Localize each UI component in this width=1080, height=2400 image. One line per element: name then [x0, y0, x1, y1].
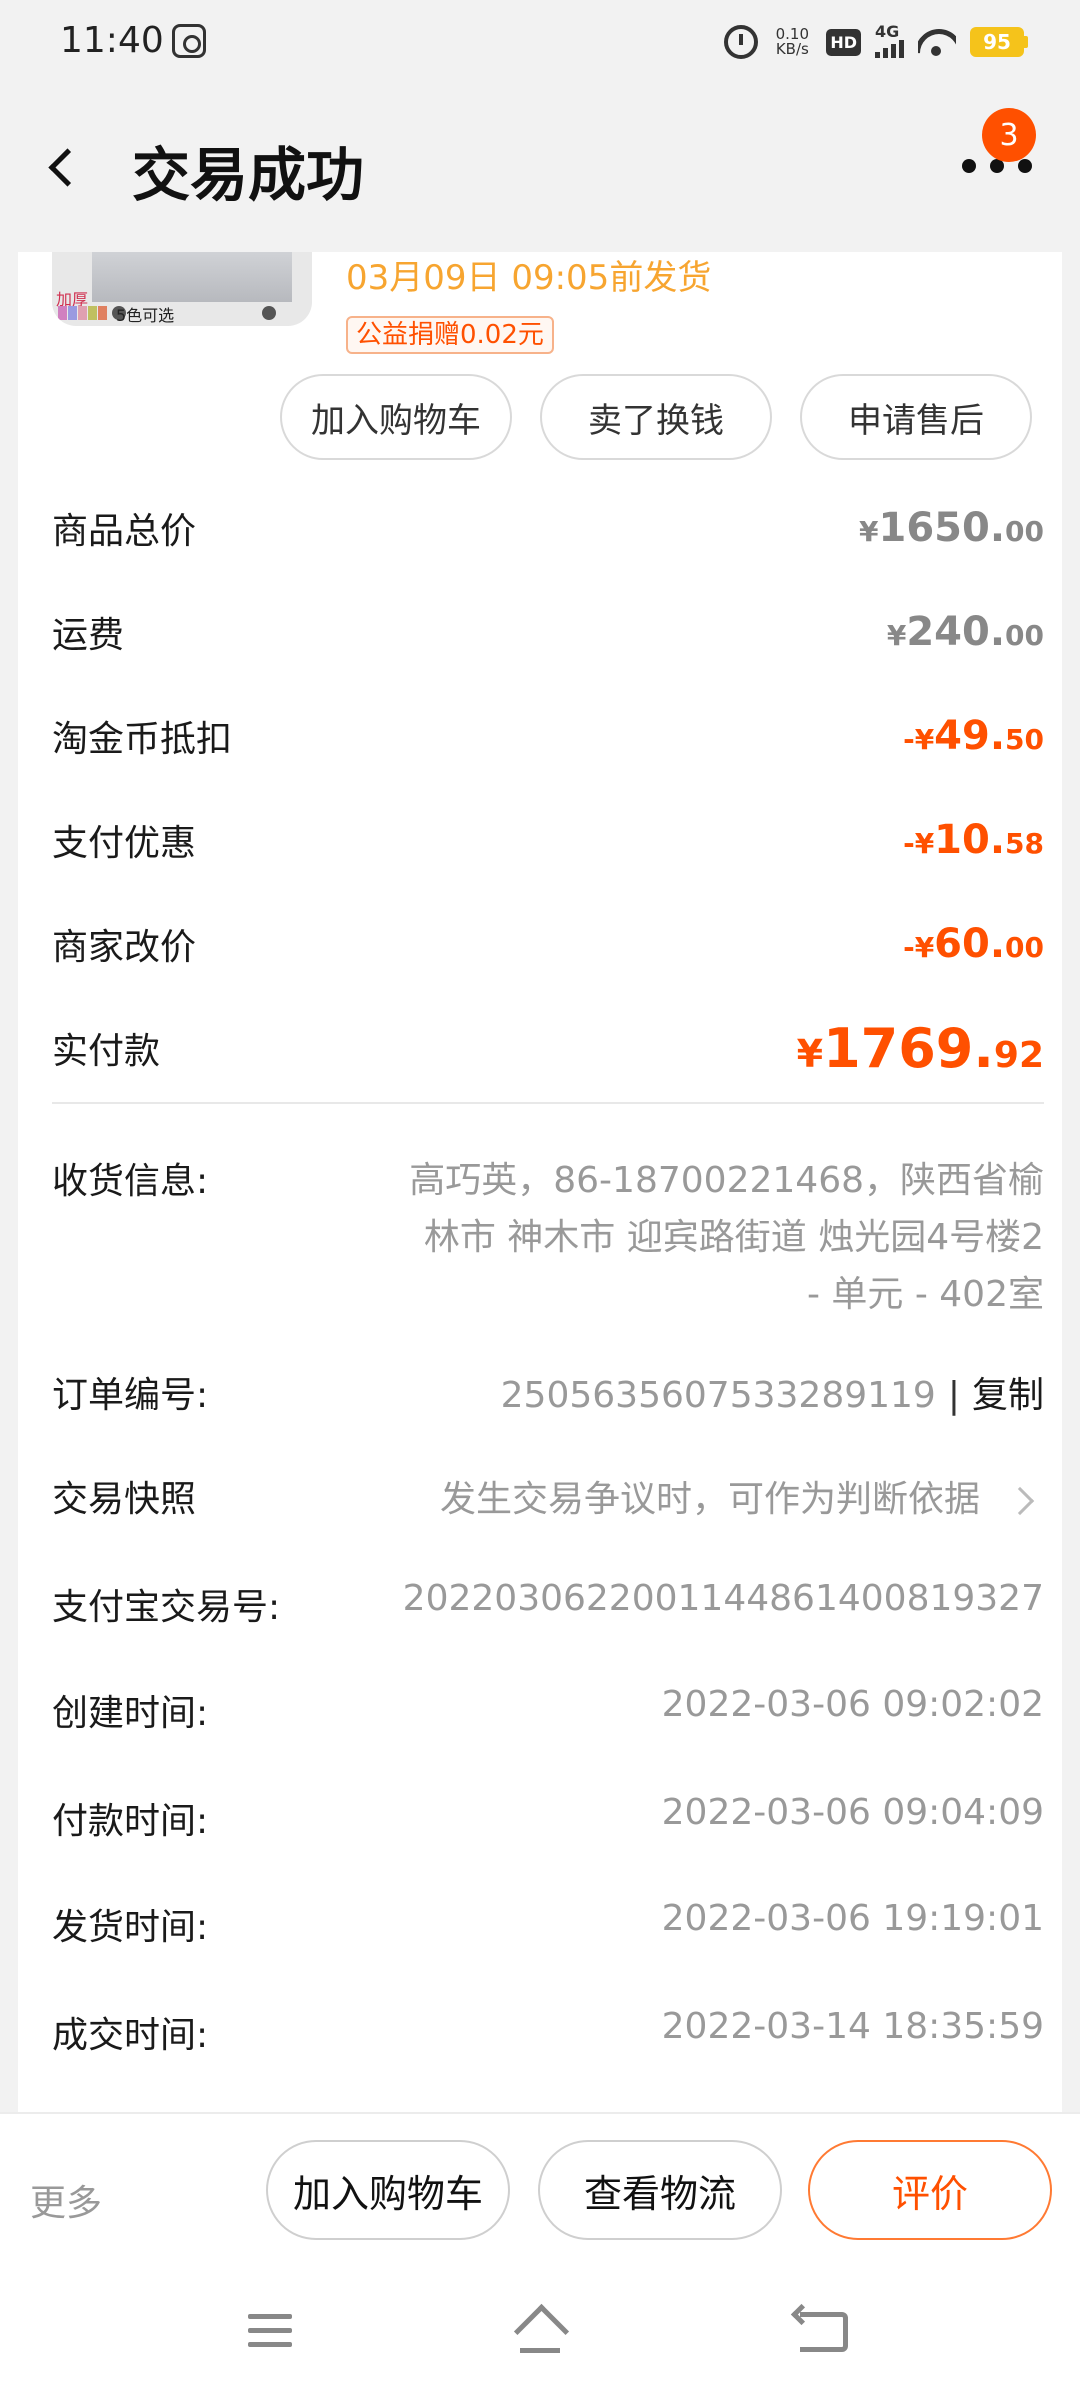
copy-separator: | — [947, 1375, 960, 1416]
paid-time-label: 付款时间: — [52, 1801, 209, 1842]
trade-snapshot-value: 发生交易争议时，可作为判断依据 — [439, 1479, 980, 1520]
product-image[interactable]: 加厚 5色可选 — [52, 252, 312, 326]
price-label: 商家改价 — [52, 927, 197, 968]
completed-time-label: 成交时间: — [52, 2015, 209, 2056]
price-row-merchant-adjust: 商家改价 -¥60.00 — [52, 914, 1044, 974]
price-value: -¥10.58 — [903, 817, 1044, 863]
wifi-icon — [918, 27, 956, 57]
shipping-info-label: 收货信息: — [52, 1161, 209, 1202]
shipping-info-value: 高巧英，86-18700221468，陕西省榆林市 神木市 迎宾路街道 烛光园4… — [409, 1160, 1044, 1315]
shipped-time-row: 发货时间: 2022-03-06 19:19:01 — [52, 1898, 1044, 1958]
price-row-payment-discount: 支付优惠 -¥10.58 — [52, 810, 1044, 870]
price-label: 淘金币抵扣 — [52, 719, 233, 760]
chevron-right-icon — [1005, 1486, 1035, 1516]
system-nav-bar — [0, 2280, 1080, 2400]
battery-icon: 95 — [970, 27, 1028, 57]
order-number-row: 订单编号: 2505635607533289119 | 复制 — [52, 1366, 1044, 1426]
shipped-time-label: 发货时间: — [52, 1907, 209, 1948]
price-row-goods-total: 商品总价 ¥1650.00 — [52, 498, 1044, 558]
more-actions-link[interactable]: 更多 — [30, 2174, 102, 2226]
trade-snapshot-label: 交易快照 — [52, 1479, 197, 1520]
network-type: 4G — [875, 22, 900, 41]
price-value: ¥240.00 — [886, 609, 1044, 655]
total-paid-value: ¥1769.92 — [796, 1016, 1044, 1080]
created-time-label: 创建时间: — [52, 1693, 209, 1734]
shipping-info-row: 收货信息: 高巧英，86-18700221468，陕西省榆林市 神木市 迎宾路街… — [52, 1152, 1044, 1332]
resell-button[interactable]: 卖了换钱 — [540, 374, 772, 460]
alipay-trade-row: 支付宝交易号: 2022030622001144861400819327 — [52, 1578, 1044, 1638]
signal-icon: 4G — [875, 22, 904, 58]
price-value: -¥60.00 — [903, 921, 1044, 967]
price-row-amount-paid: 实付款 ¥1769.92 — [52, 1016, 1044, 1080]
price-label: 商品总价 — [52, 511, 197, 552]
app-notification-icon — [172, 24, 206, 58]
bottom-action-bar: 更多 加入购物车 查看物流 评价 — [0, 2112, 1080, 2280]
network-speed-unit: KB/s — [775, 40, 809, 58]
hd-icon: HD — [826, 28, 861, 56]
order-number-value: 2505635607533289119 — [500, 1375, 936, 1416]
completed-time-row: 成交时间: 2022-03-14 18:35:59 — [52, 2006, 1044, 2066]
charity-tag: 公益捐赠0.02元 — [346, 316, 554, 354]
menu-icon[interactable] — [248, 2314, 292, 2350]
price-value: ¥1650.00 — [859, 505, 1044, 551]
price-row-coin-deduction: 淘金币抵扣 -¥49.50 — [52, 706, 1044, 766]
network-speed: 0.10 KB/s — [772, 27, 812, 57]
view-logistics-button[interactable]: 查看物流 — [538, 2140, 782, 2240]
add-to-cart-button[interactable]: 加入购物车 — [280, 374, 512, 460]
paid-time-value: 2022-03-06 09:04:09 — [661, 1792, 1044, 1833]
battery-level: 95 — [970, 27, 1024, 57]
created-time-row: 创建时间: 2022-03-06 09:02:02 — [52, 1684, 1044, 1744]
card-actions: 加入购物车 卖了换钱 申请售后 — [280, 374, 1032, 460]
ship-deadline: 03月09日 09:05前发货 — [346, 258, 712, 298]
trade-snapshot-row[interactable]: 交易快照 发生交易争议时，可作为判断依据 — [52, 1470, 1044, 1530]
alarm-icon — [724, 25, 759, 59]
alipay-trade-label: 支付宝交易号: — [52, 1587, 281, 1628]
more-dot-icon — [962, 159, 976, 173]
status-time: 11:40 — [60, 20, 164, 61]
price-row-shipping: 运费 ¥240.00 — [52, 602, 1044, 662]
message-badge: 3 — [982, 108, 1036, 162]
header: 交易成功 3 — [0, 84, 1080, 252]
status-icons: 0.10 KB/s HD 4G 95 — [724, 22, 1028, 62]
alipay-trade-value: 2022030622001144861400819327 — [402, 1578, 1044, 1619]
product-image-color-label: 5色可选 — [116, 306, 175, 325]
price-label: 支付优惠 — [52, 823, 197, 864]
trade-snapshot-value-group: 发生交易争议时，可作为判断依据 — [440, 1470, 1044, 1522]
price-value: -¥49.50 — [903, 713, 1044, 759]
review-button[interactable]: 评价 — [808, 2140, 1052, 2240]
order-card: 加厚 5色可选 03月09日 09:05前发货 公益捐赠0.02元 加入购物车 … — [18, 252, 1062, 2112]
home-icon[interactable] — [512, 2308, 568, 2356]
more-dot-icon — [1018, 159, 1032, 173]
shipped-time-value: 2022-03-06 19:19:01 — [661, 1898, 1044, 1939]
created-time-value: 2022-03-06 09:02:02 — [661, 1684, 1044, 1725]
completed-time-value: 2022-03-14 18:35:59 — [661, 2006, 1044, 2047]
status-bar: 11:40 0.10 KB/s HD 4G 95 — [0, 0, 1080, 84]
order-number-value-group: 2505635607533289119 | 复制 — [501, 1366, 1044, 1418]
price-label: 运费 — [52, 615, 125, 656]
paid-time-row: 付款时间: 2022-03-06 09:04:09 — [52, 1792, 1044, 1852]
copy-order-number-button[interactable]: 复制 — [972, 1375, 1044, 1416]
after-sales-button[interactable]: 申请售后 — [800, 374, 1032, 460]
divider — [52, 1102, 1044, 1104]
back-nav-icon[interactable] — [800, 2312, 848, 2352]
price-label: 实付款 — [52, 1031, 161, 1072]
bottom-add-to-cart-button[interactable]: 加入购物车 — [266, 2140, 510, 2240]
back-button[interactable] — [42, 142, 86, 192]
order-number-label: 订单编号: — [52, 1375, 209, 1416]
page-title: 交易成功 — [132, 141, 365, 209]
